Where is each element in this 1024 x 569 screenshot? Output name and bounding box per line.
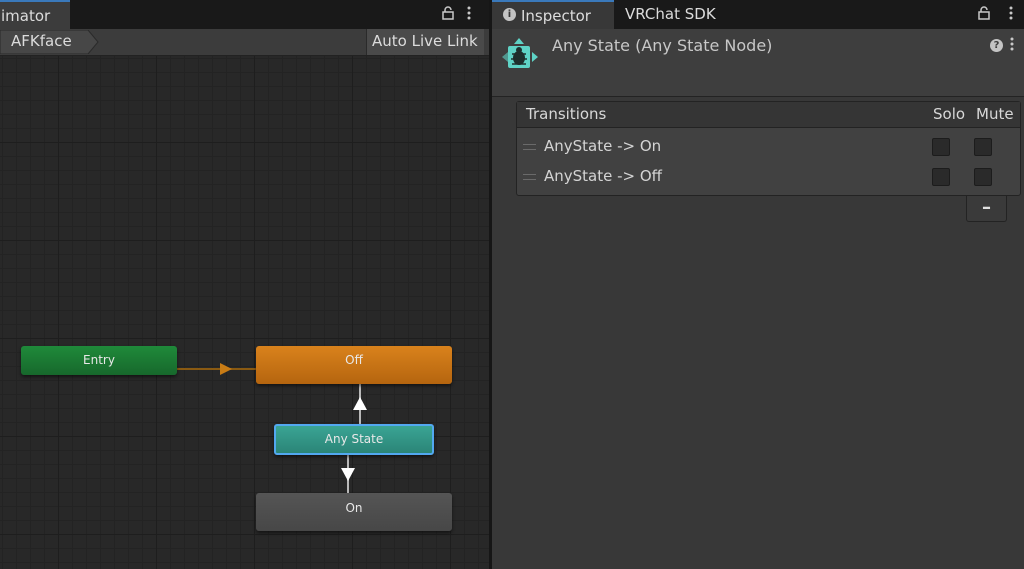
transition-row[interactable]: AnyState -> On [517, 132, 1020, 162]
breadcrumb-layer: AFKface [11, 32, 72, 50]
state-node-entry-label: Entry [83, 353, 115, 367]
help-icon[interactable]: ? [990, 39, 1003, 52]
tab-inspector[interactable]: i Inspector [492, 0, 614, 29]
tab-animator-label: imator [1, 7, 51, 25]
drag-handle-icon[interactable] [523, 174, 536, 180]
inspector-header: Any State (Any State Node) ? [492, 29, 1024, 97]
more-vertical-icon[interactable] [467, 6, 471, 24]
inspector-title: Any State (Any State Node) [552, 36, 773, 55]
transitions-header: Transitions Solo Mute [517, 102, 1020, 128]
solo-column-label: Solo [933, 105, 966, 123]
info-icon: i [503, 8, 516, 21]
state-node-any-state-label: Any State [324, 432, 384, 446]
remove-transition-label: – [982, 197, 991, 218]
animator-tab-bar: imator [0, 0, 489, 29]
animator-window: imator AFKface Auto Live Link Entry Off … [0, 0, 489, 569]
tab-animator[interactable]: imator [0, 0, 70, 29]
transition-label: AnyState -> Off [544, 167, 663, 185]
lock-icon[interactable] [978, 6, 990, 24]
solo-checkbox[interactable] [932, 168, 950, 186]
state-node-entry[interactable]: Entry [21, 346, 177, 375]
solo-checkbox[interactable] [932, 138, 950, 156]
lock-icon[interactable] [442, 6, 454, 24]
state-node-any-state[interactable]: Any State [274, 424, 434, 455]
mute-checkbox[interactable] [974, 168, 992, 186]
animator-toolbar: AFKface Auto Live Link [0, 29, 489, 56]
tab-vrchat-sdk[interactable]: VRChat SDK [618, 2, 728, 29]
more-vertical-icon[interactable] [1010, 37, 1014, 55]
state-machine-graph[interactable]: Entry Off Any State On [0, 56, 489, 569]
any-state-node-icon [502, 38, 538, 68]
more-vertical-icon[interactable] [1009, 6, 1013, 24]
tab-vrchat-sdk-label: VRChat SDK [625, 5, 716, 23]
auto-live-link-label: Auto Live Link [372, 32, 478, 50]
transitions-list: Transitions Solo Mute AnyState -> On Any… [516, 101, 1021, 196]
mute-checkbox[interactable] [974, 138, 992, 156]
auto-live-link-button[interactable]: Auto Live Link [366, 29, 484, 55]
state-node-on[interactable]: On [256, 493, 452, 531]
transitions-title: Transitions [526, 105, 607, 123]
inspector-tab-bar: i Inspector VRChat SDK [492, 0, 1024, 29]
mute-column-label: Mute [976, 105, 1014, 123]
drag-handle-icon[interactable] [523, 144, 536, 150]
remove-transition-button[interactable]: – [966, 196, 1007, 222]
state-node-off-label: Off [345, 353, 363, 367]
breadcrumb[interactable]: AFKface [0, 30, 100, 54]
transition-row[interactable]: AnyState -> Off [517, 162, 1020, 192]
transition-label: AnyState -> On [544, 137, 662, 155]
state-node-on-label: On [345, 501, 363, 515]
state-node-off[interactable]: Off [256, 346, 452, 384]
tab-inspector-label: Inspector [521, 7, 591, 25]
inspector-window: i Inspector VRChat SDK Any State (Any St… [492, 0, 1024, 569]
